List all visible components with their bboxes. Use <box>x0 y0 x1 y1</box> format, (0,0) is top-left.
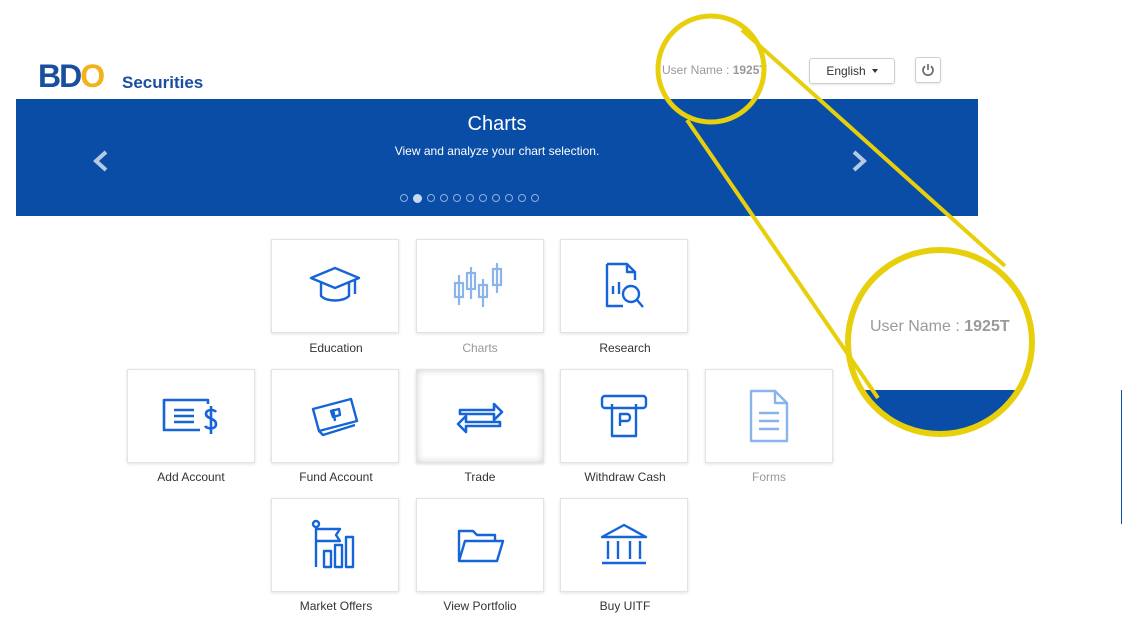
tile-charts-label: Charts <box>462 341 498 355</box>
tile-buy-uitf-label: Buy UITF <box>599 599 651 613</box>
tile-withdraw-cash[interactable] <box>560 369 688 463</box>
flag-bar-chart-icon <box>311 519 355 569</box>
zoom-username-value: 1925T <box>964 318 1010 335</box>
username-value: 1925T <box>732 63 767 77</box>
carousel-indicators <box>400 194 539 203</box>
form-document-icon <box>749 389 789 443</box>
account-card-icon <box>162 398 218 434</box>
banner-title: Charts <box>467 113 527 135</box>
tile-market-offers-label: Market Offers <box>299 599 373 613</box>
tile-education-label: Education <box>309 341 363 355</box>
tile-charts[interactable] <box>416 239 544 333</box>
banner-subtitle: View and analyze your chart selection. <box>394 144 600 158</box>
carousel-dot[interactable] <box>492 194 500 202</box>
carousel-next-arrow-icon[interactable] <box>850 149 868 173</box>
carousel-dot[interactable] <box>427 194 435 202</box>
logout-button[interactable] <box>915 57 941 83</box>
carousel-dot[interactable] <box>466 194 474 202</box>
tile-fund-account-label: Fund Account <box>299 470 373 484</box>
carousel-dot[interactable] <box>505 194 513 202</box>
fund-card-icon <box>311 397 359 437</box>
zoom-banner-strip <box>850 390 1030 432</box>
carousel-banner: Charts View and analyze your chart selec… <box>16 99 978 216</box>
caret-down-icon <box>871 69 878 73</box>
zoom-username-label: User Name : <box>870 318 960 335</box>
tile-buy-uitf[interactable] <box>560 498 688 592</box>
tile-add-account[interactable] <box>127 369 255 463</box>
logo-bdo-text: BDO <box>38 58 105 94</box>
carousel-dot[interactable] <box>413 194 422 203</box>
tile-fund-account[interactable] <box>271 369 399 463</box>
carousel-dot[interactable] <box>518 194 526 202</box>
withdraw-cash-icon <box>600 394 648 438</box>
tile-view-portfolio-label: View Portfolio <box>443 599 517 613</box>
folder-icon <box>457 529 505 563</box>
large-zoom-circle <box>845 247 1035 437</box>
graduation-cap-icon <box>309 266 361 302</box>
trade-arrows-icon <box>456 402 504 434</box>
power-icon <box>922 64 934 76</box>
carousel-dot[interactable] <box>531 194 539 202</box>
carousel-dot[interactable] <box>440 194 448 202</box>
carousel-dot[interactable] <box>479 194 487 202</box>
tile-research-label: Research <box>599 341 651 355</box>
bank-icon <box>600 523 648 565</box>
tile-trade-label: Trade <box>464 470 496 484</box>
document-search-icon <box>605 262 644 308</box>
tile-withdraw-cash-label: Withdraw Cash <box>584 470 666 484</box>
tile-research[interactable] <box>560 239 688 333</box>
username-display: User Name : 1925T <box>662 63 767 77</box>
language-selected: English <box>826 64 866 78</box>
logo-securities-text: Securities <box>122 73 204 92</box>
language-dropdown[interactable]: English <box>809 58 895 84</box>
carousel-dot[interactable] <box>400 194 408 202</box>
tile-market-offers[interactable] <box>271 498 399 592</box>
carousel-dot[interactable] <box>453 194 461 202</box>
tile-add-account-label: Add Account <box>157 470 225 484</box>
username-label: User Name : <box>662 63 730 77</box>
tile-forms-label: Forms <box>752 470 786 484</box>
tile-trade[interactable] <box>416 369 544 463</box>
tile-view-portfolio[interactable] <box>416 498 544 592</box>
zoom-username-display: User Name : 1925T <box>870 318 1010 336</box>
tile-forms[interactable] <box>705 369 833 463</box>
carousel-prev-arrow-icon[interactable] <box>92 149 110 173</box>
candlestick-chart-icon <box>453 263 503 307</box>
tile-education[interactable] <box>271 239 399 333</box>
